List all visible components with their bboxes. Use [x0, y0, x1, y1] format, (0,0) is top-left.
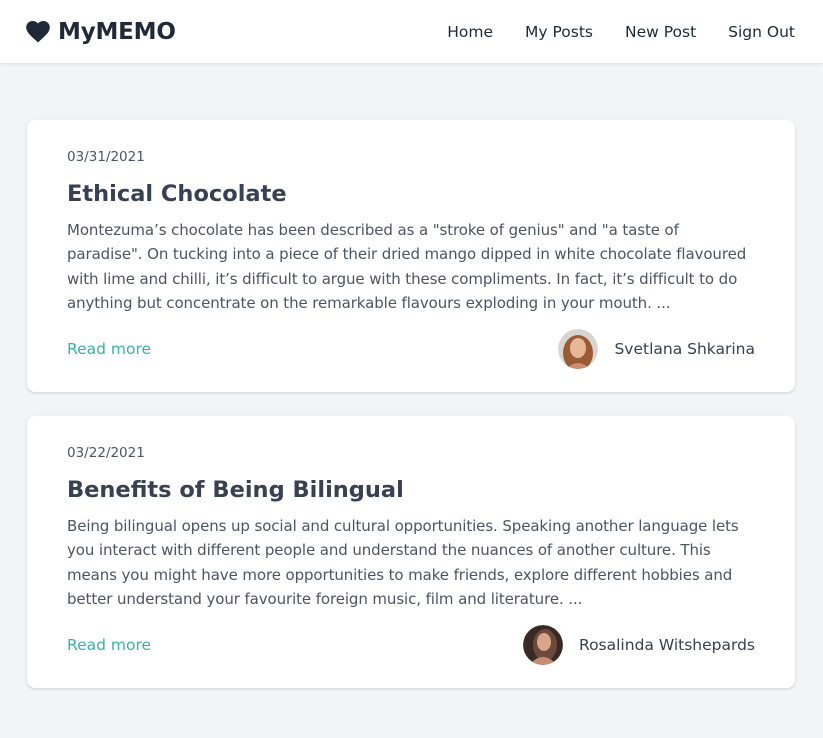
- heart-icon: [26, 20, 50, 42]
- author-avatar: [523, 625, 563, 666]
- post-excerpt: Being bilingual opens up social and cult…: [67, 517, 739, 608]
- post-date: 03/22/2021: [67, 445, 145, 461]
- post-date: 03/31/2021: [67, 149, 145, 165]
- post-list: 03/31/2021 Ethical Chocolate Montezuma’s…: [27, 120, 795, 712]
- read-more-link[interactable]: Read more: [67, 340, 151, 358]
- brand-name: MyMEMO: [58, 18, 176, 45]
- read-more-link[interactable]: Read more: [67, 636, 151, 654]
- post-title[interactable]: Benefits of Being Bilingual: [67, 476, 755, 504]
- post-card: 03/22/2021 Benefits of Being Bilingual B…: [27, 416, 795, 688]
- post-title[interactable]: Ethical Chocolate: [67, 180, 755, 208]
- main-nav: Home My Posts New Post Sign Out: [447, 23, 795, 41]
- post-footer: Read more Rosalinda Witshepards: [67, 625, 755, 666]
- post-excerpt: Montezuma’s chocolate has been described…: [67, 221, 747, 312]
- post-card: 03/31/2021 Ethical Chocolate Montezuma’s…: [27, 120, 795, 392]
- post-author: Rosalinda Witshepards: [523, 625, 755, 666]
- nav-new-post-link[interactable]: New Post: [625, 23, 696, 41]
- post-author: Svetlana Shkarina: [558, 329, 755, 370]
- top-navbar: MyMEMO Home My Posts New Post Sign Out: [0, 0, 823, 64]
- author-avatar: [558, 329, 599, 370]
- post-footer: Read more Svetlana Shkarina: [67, 329, 755, 370]
- author-name: Rosalinda Witshepards: [579, 636, 755, 655]
- author-name: Svetlana Shkarina: [614, 340, 755, 359]
- brand-logo-link[interactable]: MyMEMO: [26, 19, 176, 45]
- nav-my-posts-link[interactable]: My Posts: [525, 23, 593, 41]
- nav-sign-out-link[interactable]: Sign Out: [728, 23, 795, 41]
- nav-home-link[interactable]: Home: [447, 23, 493, 41]
